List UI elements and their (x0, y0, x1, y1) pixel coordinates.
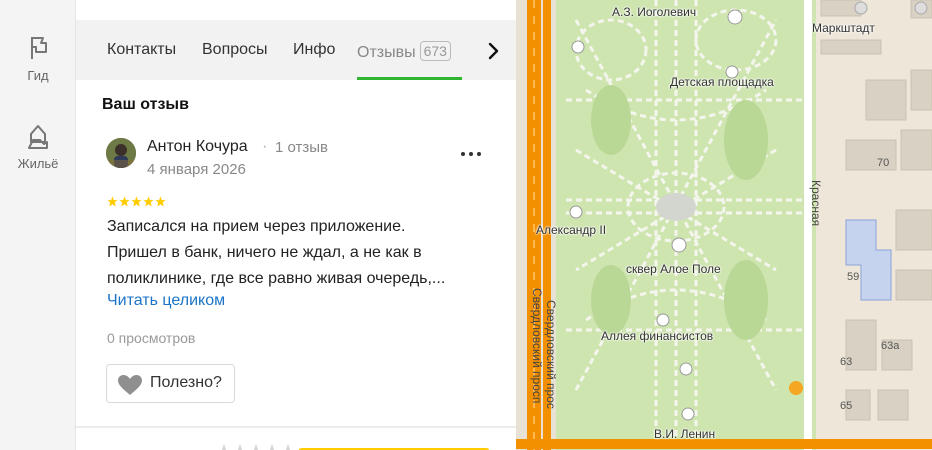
house-hand-icon (28, 125, 48, 149)
star-icon (131, 196, 142, 207)
tab-reviews[interactable]: Отзывы 673 (357, 41, 451, 62)
map-label-alley[interactable]: Аллея финансистов (601, 329, 713, 343)
place-panel: Контакты Вопросы Инфо Отзывы 673 Ваш отзы… (76, 0, 516, 450)
tab-info[interactable]: Инфо (293, 41, 335, 59)
divider (76, 426, 516, 428)
map-label-playground[interactable]: Детская площадка (670, 75, 774, 89)
more-options-icon[interactable] (458, 143, 484, 163)
house-number: 59 (847, 271, 860, 283)
read-more-link[interactable]: Читать целиком (107, 292, 225, 310)
rail-item-guide[interactable]: Гид (0, 32, 76, 83)
star-icon (119, 196, 130, 207)
helpful-button[interactable]: Полезно? (106, 364, 235, 403)
star-icon (143, 196, 154, 207)
star-icon (107, 196, 118, 207)
tab-bar: Контакты Вопросы Инфо Отзывы 673 (76, 20, 516, 80)
map-label-lenin[interactable]: В.И. Ленин (654, 427, 715, 441)
separator-dot: · (262, 138, 268, 155)
flag-icon (31, 37, 47, 59)
review-text-line: поликлинике, где все равно живая очередь… (107, 270, 446, 287)
review-text-line: Пришел в банк, ничего не ждал, а не как … (107, 244, 422, 261)
next-review-rating-stars (222, 444, 290, 450)
star-icon (155, 196, 166, 207)
left-rail: Гид Жильё (0, 0, 76, 450)
reviews-count-badge: 673 (419, 41, 451, 61)
map-view[interactable]: А.З. Иоголевич Детская площадка Александ… (516, 0, 932, 450)
helpful-label: Полезно? (150, 374, 222, 391)
review-text-line: Записался на прием через приложение. (107, 218, 406, 235)
tab-questions[interactable]: Вопросы (202, 41, 268, 59)
rail-item-guide-label: Гид (27, 68, 49, 83)
avatar[interactable] (106, 138, 136, 168)
map-label-markshtadt[interactable]: Маркштадт (812, 21, 875, 35)
heart-icon (118, 375, 142, 395)
house-number: 63 (840, 356, 853, 368)
review-text: Записался на прием через приложение. При… (107, 214, 487, 292)
house-number: 65 (840, 400, 853, 412)
rail-item-housing[interactable]: Жильё (0, 120, 76, 171)
street-label-krasnaya: Красная (809, 180, 823, 227)
active-tab-indicator (357, 77, 462, 80)
tab-reviews-label: Отзывы (357, 44, 416, 61)
map-label-iogolevich[interactable]: А.З. Иоголевич (612, 5, 696, 19)
map-label-alexander[interactable]: Александр II (536, 223, 606, 237)
house-number: 63а (881, 340, 900, 352)
avatar-photo (106, 138, 136, 168)
map-label-square[interactable]: сквер Алое Поле (626, 262, 721, 276)
tab-contacts[interactable]: Контакты (107, 41, 176, 59)
review-date: 4 января 2026 (147, 161, 246, 178)
street-label-sverdlovsky: Свердловский просп (530, 288, 544, 404)
author-name[interactable]: Антон Кочура (147, 138, 248, 156)
house-number: 70 (877, 157, 890, 169)
your-review-heading: Ваш отзыв (102, 96, 189, 113)
chevron-right-icon[interactable] (482, 40, 504, 62)
author-review-count: 1 отзыв (275, 139, 329, 156)
views-count: 0 просмотров (107, 330, 196, 346)
rail-item-housing-label: Жильё (17, 156, 59, 171)
street-label-sverdlovsky: Свердловский прос (544, 300, 558, 409)
